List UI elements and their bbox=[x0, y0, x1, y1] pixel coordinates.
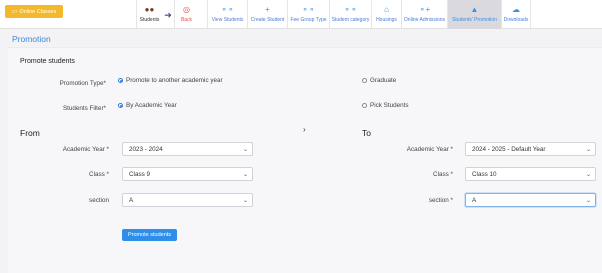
promotion-type-label: Promotion Type* bbox=[59, 80, 106, 87]
to-section-label: section * bbox=[428, 197, 453, 204]
chevron-down-icon: ⌄ bbox=[242, 198, 248, 204]
radio-pick-students[interactable]: Pick Students bbox=[362, 102, 409, 109]
to-academic-year-select[interactable]: 2024 - 2025 - Default Year ⌄ bbox=[465, 142, 596, 156]
nav-back[interactable]: ◎ Back bbox=[174, 0, 198, 29]
select-value: A bbox=[129, 196, 134, 204]
radio-label: Promote to another academic year bbox=[126, 77, 223, 84]
nav-students-promotion[interactable]: ▲ Students' Promotion bbox=[447, 0, 501, 29]
nav-label: Downloads bbox=[503, 17, 529, 23]
nav-student-category[interactable]: ⚬⚬ Student category bbox=[329, 0, 371, 29]
chevron-down-icon: ⌄ bbox=[585, 147, 591, 153]
nav-label: View Students bbox=[211, 17, 244, 23]
nav-label: Students' Promotion bbox=[452, 17, 497, 23]
from-heading: From bbox=[20, 128, 40, 138]
select-value: A bbox=[472, 196, 477, 204]
select-value: Class 9 bbox=[129, 170, 150, 178]
online-classes-button[interactable]: ▭ Online Classes bbox=[5, 5, 63, 18]
chevron-down-icon: ⌄ bbox=[585, 172, 591, 178]
user-plus-icon: ⚬+ bbox=[418, 5, 431, 14]
to-class-label: Class * bbox=[433, 171, 453, 178]
radio-label: Pick Students bbox=[370, 102, 409, 109]
select-value: 2023 - 2024 bbox=[129, 145, 163, 153]
nav-label: Student category bbox=[331, 17, 370, 23]
radio-empty-icon bbox=[362, 78, 367, 83]
radio-label: Graduate bbox=[370, 77, 397, 84]
radio-selected-icon bbox=[118, 78, 123, 83]
students-icon: ●● bbox=[144, 5, 155, 14]
from-section-label: section bbox=[89, 197, 109, 204]
page-title: Promotion bbox=[12, 34, 51, 44]
radio-selected-icon bbox=[118, 103, 123, 108]
nav-online-admissions[interactable]: ⚬+ Online Admissions bbox=[401, 0, 447, 29]
radio-label: By Academic Year bbox=[126, 102, 177, 109]
section-title: Promote students bbox=[20, 58, 75, 65]
from-academic-year-select[interactable]: 2023 - 2024 ⌄ bbox=[122, 142, 253, 156]
nav-housings[interactable]: ⌂ Housings bbox=[371, 0, 401, 29]
to-heading: To bbox=[362, 128, 371, 138]
cloud-download-icon: ☁ bbox=[512, 5, 520, 14]
nav-label: Create Student bbox=[250, 17, 285, 23]
arrow-right-icon: ➜ bbox=[164, 9, 172, 20]
to-academic-year-label: Academic Year * bbox=[406, 146, 453, 153]
users-icon: ⚬⚬ bbox=[220, 5, 235, 14]
nav-arrow[interactable]: ➜ bbox=[162, 0, 174, 29]
chevron-down-icon: ⌄ bbox=[585, 198, 591, 204]
back-icon: ◎ bbox=[183, 5, 190, 14]
radio-by-academic-year[interactable]: By Academic Year bbox=[118, 102, 177, 109]
nav-downloads[interactable]: ☁ Downloads bbox=[501, 0, 531, 29]
chevron-right-icon: › bbox=[303, 125, 306, 134]
nav-label: Online Admissions bbox=[403, 17, 446, 23]
radio-graduate[interactable]: Graduate bbox=[362, 77, 396, 84]
users-icon: ⚬⚬ bbox=[301, 5, 316, 14]
plus-icon: + bbox=[265, 5, 270, 14]
graduation-cap-icon: ▲ bbox=[470, 5, 479, 14]
radio-empty-icon bbox=[362, 103, 367, 108]
users-icon: ⚬⚬ bbox=[343, 5, 358, 14]
to-section-select[interactable]: A ⌄ bbox=[465, 193, 596, 207]
radio-promote-another-year[interactable]: Promote to another academic year bbox=[118, 77, 223, 84]
nav-students[interactable]: ●● Students bbox=[136, 0, 162, 29]
online-classes-label: Online Classes bbox=[19, 8, 57, 15]
home-icon: ⌂ bbox=[384, 5, 389, 14]
from-section-select[interactable]: A ⌄ bbox=[122, 193, 253, 207]
promote-students-button[interactable]: Promote students bbox=[122, 229, 177, 241]
from-class-label: Class * bbox=[89, 171, 109, 178]
nav-view-students[interactable]: ⚬⚬ View Students bbox=[207, 0, 247, 29]
nav-label: Housings bbox=[376, 17, 397, 23]
nav-label: Students bbox=[139, 17, 160, 23]
select-value: Class 10 bbox=[472, 170, 497, 178]
to-class-select[interactable]: Class 10 ⌄ bbox=[465, 167, 596, 181]
video-icon: ▭ bbox=[11, 9, 18, 15]
nav-fee-group-type[interactable]: ⚬⚬ Fee Group Type bbox=[287, 0, 329, 29]
top-navigation-bar: ▭ Online Classes ●● Students ➜ ◎ Back ⚬⚬… bbox=[0, 0, 602, 29]
from-class-select[interactable]: Class 9 ⌄ bbox=[122, 167, 253, 181]
nav-create-student[interactable]: + Create Student bbox=[247, 0, 287, 29]
nav-label: Back bbox=[180, 17, 193, 23]
chevron-down-icon: ⌄ bbox=[242, 172, 248, 178]
nav-label: Fee Group Type bbox=[290, 17, 327, 23]
select-value: 2024 - 2025 - Default Year bbox=[472, 145, 546, 153]
chevron-down-icon: ⌄ bbox=[242, 147, 248, 153]
students-filter-label: Students Filter* bbox=[62, 105, 106, 112]
from-academic-year-label: Academic Year * bbox=[62, 146, 109, 153]
